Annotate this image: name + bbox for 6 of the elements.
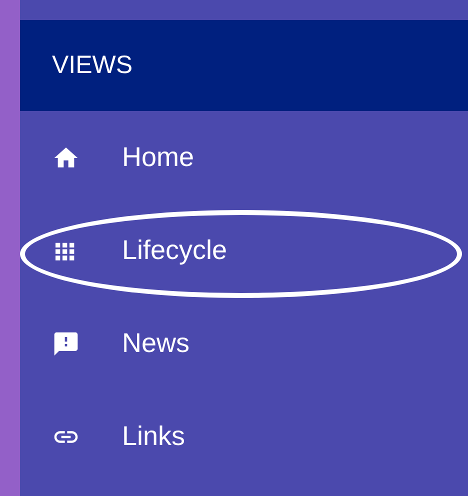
alert-bubble-icon — [52, 330, 80, 358]
nav-item[interactable]: Home — [20, 111, 468, 204]
section-heading: VIEWS — [52, 51, 133, 80]
nav-item[interactable]: Lifecycle — [20, 204, 468, 297]
nav-item[interactable]: Links — [20, 390, 468, 483]
nav-item[interactable]: News — [20, 297, 468, 390]
